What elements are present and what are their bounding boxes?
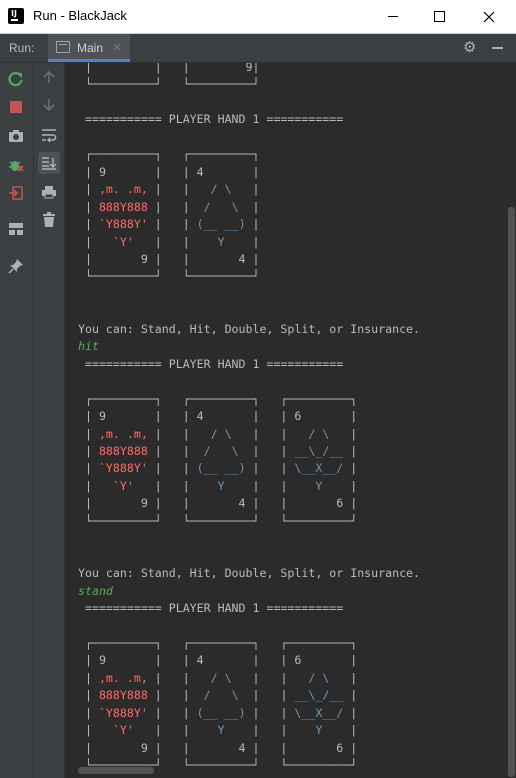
console-line: | `Y' | | Y | bbox=[78, 234, 260, 249]
up-arrow-icon[interactable] bbox=[38, 66, 60, 88]
console-line: =========== PLAYER HAND 1 =========== bbox=[78, 601, 344, 616]
minimize-icon bbox=[388, 16, 398, 17]
console-line: | `Y888Y' | | (__ __) | | \__X__/ | bbox=[78, 461, 358, 476]
horizontal-scrollbar[interactable] bbox=[78, 767, 154, 774]
console-line: | `Y' | | Y | | Y | bbox=[78, 478, 358, 493]
console-line: You can: Stand, Hit, Double, Split, or I… bbox=[78, 566, 421, 581]
console-line: └─────────┘ └─────────┘ bbox=[78, 269, 260, 284]
console-line: | 9 | | 4 | | 6 | bbox=[78, 496, 358, 511]
scroll-to-end-icon[interactable] bbox=[38, 152, 60, 174]
minimize-button[interactable] bbox=[370, 0, 416, 33]
console-line: | 9 | | 4 | bbox=[78, 164, 260, 179]
run-toolbar-primary bbox=[0, 63, 34, 778]
console-line: | 9 | | 4 | | 6 | bbox=[78, 409, 358, 424]
debug-icon[interactable] bbox=[5, 154, 27, 176]
close-icon bbox=[483, 11, 495, 22]
console-line: └─────────┘ └─────────┘ bbox=[78, 77, 260, 92]
intellij-app-icon: IJ bbox=[8, 8, 24, 24]
console-line: | `Y888Y' | | (__ __) | bbox=[78, 217, 260, 232]
soft-wrap-icon[interactable] bbox=[38, 124, 60, 146]
console-line: └─────────┘ └─────────┘ └─────────┘ bbox=[78, 513, 358, 528]
layout-icon[interactable] bbox=[5, 218, 27, 240]
console-line: | ,m. .m, | | / \ | | / \ | bbox=[78, 426, 358, 441]
down-arrow-icon[interactable] bbox=[38, 94, 60, 116]
console-line: | 888Y888 | | / \ | | __\_/__ | bbox=[78, 443, 358, 458]
console-line: | | | 9| bbox=[78, 63, 260, 74]
console-line: | 9 | | 4 | | 6 | bbox=[78, 740, 358, 755]
console-line: ┌─────────┐ ┌─────────┐ ┌─────────┐ bbox=[78, 635, 358, 650]
console-line: ┌─────────┐ ┌─────────┐ ┌─────────┐ bbox=[78, 391, 358, 406]
console-line: hit bbox=[78, 339, 99, 354]
gear-icon[interactable]: ⚙ bbox=[463, 40, 476, 55]
window-title: Run - BlackJack bbox=[33, 8, 127, 23]
console-line: | 9 | | 4 | bbox=[78, 251, 260, 266]
trash-icon[interactable] bbox=[38, 209, 60, 231]
console-line: stand bbox=[78, 583, 113, 598]
rerun-icon[interactable] bbox=[5, 68, 27, 90]
tab-main[interactable]: Main × bbox=[48, 34, 130, 62]
console-line: | 888Y888 | | / \ | bbox=[78, 199, 260, 214]
close-button[interactable] bbox=[466, 0, 512, 33]
console-line: ┌─────────┐ ┌─────────┐ bbox=[78, 147, 260, 162]
screenshot-icon[interactable] bbox=[5, 125, 27, 147]
console-line: | ,m. .m, | | / \ | | / \ | bbox=[78, 670, 358, 685]
console-icon bbox=[56, 41, 70, 53]
console-line: | 9 | | 4 | | 6 | bbox=[78, 653, 358, 668]
console-line: | 888Y888 | | / \ | | __\_/__ | bbox=[78, 688, 358, 703]
console-line: =========== PLAYER HAND 1 =========== bbox=[78, 356, 344, 371]
pin-icon[interactable] bbox=[5, 255, 27, 277]
console-line: You can: Stand, Hit, Double, Split, or I… bbox=[78, 321, 421, 336]
console-line: =========== PLAYER HAND 1 =========== bbox=[78, 112, 344, 127]
exit-icon[interactable] bbox=[5, 182, 27, 204]
maximize-icon bbox=[433, 11, 445, 22]
console-line: | ,m. .m, | | / \ | bbox=[78, 182, 260, 197]
title-bar: IJ Run - BlackJack bbox=[0, 0, 516, 34]
stop-icon[interactable] bbox=[5, 96, 27, 118]
tab-close-icon[interactable]: × bbox=[112, 40, 122, 54]
tab-main-label: Main bbox=[77, 41, 104, 55]
hide-panel-icon[interactable] bbox=[492, 47, 503, 49]
console-output[interactable]: | | | 9| └─────────┘ └─────────┘ =======… bbox=[65, 63, 507, 778]
console-line: | `Y888Y' | | (__ __) | | \__X__/ | bbox=[78, 705, 358, 720]
run-toolbar-secondary bbox=[34, 63, 65, 778]
console-line: | `Y' | | Y | | Y | bbox=[78, 723, 358, 738]
run-label: Run: bbox=[9, 41, 35, 55]
maximize-button[interactable] bbox=[416, 0, 462, 33]
print-icon[interactable] bbox=[38, 181, 60, 203]
console-text: | | | 9| └─────────┘ └─────────┘ =======… bbox=[78, 63, 420, 775]
run-tool-window-header: Run: Main × bbox=[0, 34, 516, 63]
vertical-scrollbar[interactable] bbox=[508, 207, 515, 777]
